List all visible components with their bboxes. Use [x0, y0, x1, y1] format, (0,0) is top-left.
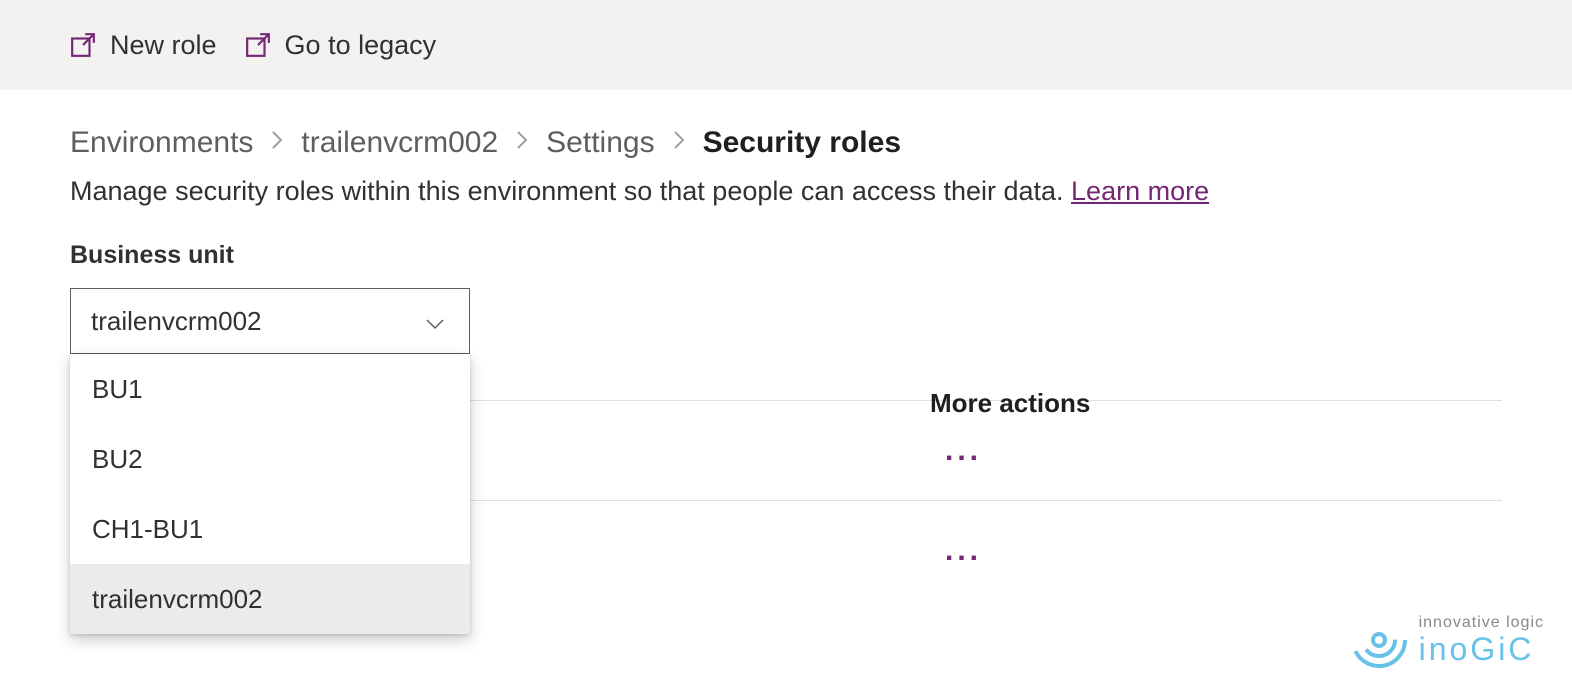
new-role-label: New role — [110, 30, 217, 61]
dropdown-item-bu2[interactable]: BU2 — [70, 424, 470, 494]
chevron-right-icon — [673, 130, 685, 156]
business-unit-select: trailenvcrm002 BU1 BU2 CH1-BU1 trailenvc… — [70, 288, 470, 354]
row-more-actions-button[interactable]: ... — [945, 434, 982, 468]
go-to-legacy-button[interactable]: Go to legacy — [245, 30, 437, 61]
watermark-logo: innovative logic inoGiC — [1349, 610, 1544, 670]
swirl-icon — [1349, 610, 1409, 670]
chevron-right-icon — [516, 130, 528, 156]
breadcrumb-current: Security roles — [703, 126, 901, 160]
description-text: Manage security roles within this enviro… — [70, 176, 1071, 206]
breadcrumb-settings[interactable]: Settings — [546, 126, 654, 160]
new-tab-icon — [70, 32, 96, 58]
business-unit-label: Business unit — [70, 241, 1502, 270]
command-bar: New role Go to legacy — [0, 0, 1572, 90]
page-description: Manage security roles within this enviro… — [70, 176, 1502, 207]
page-content: Environments trailenvcrm002 Settings Sec… — [0, 90, 1572, 601]
row-more-actions-button[interactable]: ... — [945, 534, 982, 568]
business-unit-dropdown: BU1 BU2 CH1-BU1 trailenvcrm002 — [70, 354, 470, 634]
dropdown-item-ch1-bu1[interactable]: CH1-BU1 — [70, 494, 470, 564]
dropdown-item-bu1[interactable]: BU1 — [70, 354, 470, 424]
learn-more-link[interactable]: Learn more — [1071, 176, 1209, 206]
business-unit-selected-value: trailenvcrm002 — [91, 306, 262, 337]
business-unit-select-box[interactable]: trailenvcrm002 — [70, 288, 470, 354]
breadcrumb-env-name[interactable]: trailenvcrm002 — [301, 126, 498, 160]
new-role-button[interactable]: New role — [70, 30, 217, 61]
dropdown-item-trailenvcrm002[interactable]: trailenvcrm002 — [70, 564, 470, 634]
new-tab-icon — [245, 32, 271, 58]
watermark-tagline: innovative logic — [1419, 615, 1544, 631]
go-to-legacy-label: Go to legacy — [285, 30, 437, 61]
breadcrumb-environments[interactable]: Environments — [70, 126, 253, 160]
chevron-right-icon — [271, 130, 283, 156]
watermark-brand: inoGiC — [1419, 633, 1544, 665]
breadcrumb: Environments trailenvcrm002 Settings Sec… — [70, 126, 1502, 160]
chevron-down-icon — [425, 306, 445, 337]
